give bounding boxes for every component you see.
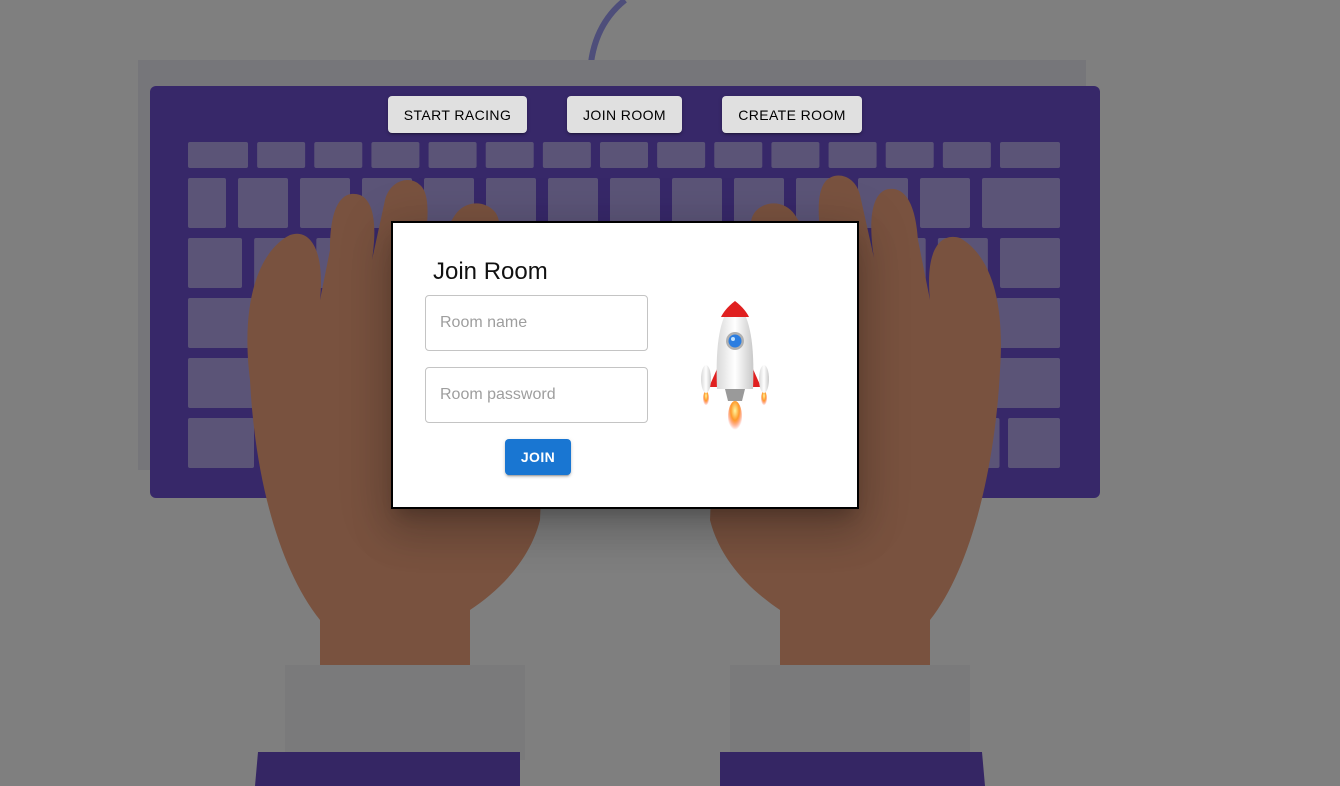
room-name-input[interactable] [425,295,648,351]
join-room-nav-button[interactable]: JOIN ROOM [567,96,682,133]
start-racing-button[interactable]: START RACING [388,96,527,133]
join-button[interactable]: JOIN [505,439,571,475]
rocket-icon [701,301,769,433]
dialog-title: Join Room [433,258,548,285]
room-password-input[interactable] [425,367,648,423]
create-room-button[interactable]: CREATE ROOM [722,96,862,133]
join-room-dialog: Join Room JOIN [391,221,859,509]
